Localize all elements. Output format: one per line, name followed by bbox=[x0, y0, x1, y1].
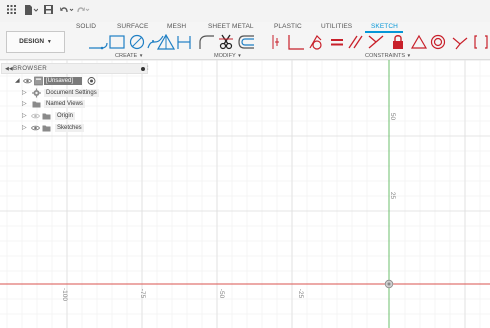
x-axis-label: -50 bbox=[218, 288, 226, 299]
browser-item-origin[interactable]: ▷ Origin bbox=[22, 111, 112, 121]
browser-title: BROWSER bbox=[13, 65, 48, 72]
browser-panel-header: ◀◀ BROWSER ⁞ bbox=[1, 63, 149, 74]
create-group-label[interactable]: CREATE ▼ bbox=[115, 52, 143, 60]
eye-icon[interactable] bbox=[23, 76, 32, 86]
workspace-label: DESIGN bbox=[19, 38, 45, 45]
tangent-constraint-icon[interactable] bbox=[410, 34, 428, 50]
tab-plastic[interactable]: PLASTIC bbox=[274, 22, 302, 31]
browser-item-sketches[interactable]: ▷ Sketches bbox=[22, 123, 112, 133]
grid-menu-icon[interactable] bbox=[7, 5, 16, 15]
dimension-tool-icon[interactable] bbox=[271, 34, 283, 50]
midpoint-constraint-icon[interactable] bbox=[451, 34, 469, 50]
polygon-tool-icon[interactable] bbox=[157, 34, 175, 50]
expand-arrow-icon[interactable]: ▷ bbox=[22, 99, 27, 109]
perpendicular-constraint-icon[interactable] bbox=[367, 34, 385, 50]
line-tool-icon[interactable] bbox=[88, 34, 108, 50]
document-icon bbox=[34, 76, 43, 86]
x-axis-label: -100 bbox=[61, 287, 69, 302]
eye-hidden-icon[interactable] bbox=[31, 111, 40, 121]
slot-tool-icon[interactable] bbox=[176, 34, 192, 50]
tab-mesh[interactable]: MESH bbox=[167, 22, 186, 31]
browser-item-named-views[interactable]: ▷ Named Views bbox=[22, 99, 112, 109]
tab-surface[interactable]: SURFACE bbox=[117, 22, 148, 31]
equal-constraint-icon[interactable] bbox=[330, 34, 344, 50]
collinear-constraint-icon[interactable] bbox=[308, 34, 326, 50]
undo-icon[interactable] bbox=[60, 5, 74, 15]
fillet-tool-icon[interactable] bbox=[199, 34, 215, 50]
chevron-down-icon: ▼ bbox=[46, 39, 52, 45]
tab-utilities[interactable]: UTILITIES bbox=[321, 22, 352, 31]
save-icon[interactable] bbox=[44, 5, 53, 15]
modify-group-label[interactable]: MODIFY ▼ bbox=[214, 52, 242, 60]
fix-constraint-icon[interactable] bbox=[391, 34, 405, 50]
concentric-constraint-icon[interactable] bbox=[429, 34, 447, 50]
y-axis-label: 25 bbox=[389, 191, 397, 200]
constraints-group-label[interactable]: CONSTRAINTS ▼ bbox=[365, 52, 411, 60]
parallel-constraint-icon[interactable] bbox=[347, 34, 365, 50]
rectangle-tool-icon[interactable] bbox=[108, 34, 126, 50]
target-icon[interactable] bbox=[87, 76, 96, 86]
chevron-down-icon: ▼ bbox=[138, 53, 144, 58]
panel-handle-icon[interactable]: ⁞ bbox=[147, 64, 149, 74]
expand-arrow-icon[interactable]: ◢ bbox=[15, 76, 20, 86]
folder-icon bbox=[42, 123, 51, 133]
chevron-down-icon: ▼ bbox=[406, 53, 412, 58]
origin-point-icon[interactable] bbox=[384, 279, 394, 289]
root-component-label: [Unsaved] bbox=[46, 78, 74, 84]
expand-arrow-icon[interactable]: ▷ bbox=[22, 111, 27, 121]
y-axis-label: 50 bbox=[389, 112, 397, 121]
tab-solid[interactable]: SOLID bbox=[76, 22, 96, 31]
browser-item-label: Origin bbox=[55, 112, 76, 120]
active-tab-indicator bbox=[365, 31, 403, 33]
expand-arrow-icon[interactable]: ▷ bbox=[22, 123, 27, 133]
tab-sketch[interactable]: SKETCH bbox=[371, 22, 398, 31]
expand-arrow-icon[interactable]: ▷ bbox=[22, 88, 27, 98]
workspace-switcher-button[interactable]: DESIGN ▼ bbox=[6, 31, 65, 53]
browser-item-label: Document Settings bbox=[44, 89, 99, 97]
file-menu-icon[interactable] bbox=[24, 5, 39, 15]
browser-item-document-settings[interactable]: ▷ Document Settings bbox=[22, 88, 112, 98]
browser-root-node[interactable]: ◢ [Unsaved] bbox=[15, 76, 105, 86]
circle-tool-icon[interactable] bbox=[128, 34, 146, 50]
redo-icon[interactable] bbox=[76, 5, 90, 15]
symmetry-constraint-icon[interactable] bbox=[472, 34, 490, 50]
folder-icon bbox=[32, 99, 41, 109]
browser-item-label: Sketches bbox=[55, 124, 84, 132]
ribbon-toolbar: SOLID SURFACE MESH SHEET METAL PLASTIC U… bbox=[0, 22, 490, 60]
x-axis-label: -75 bbox=[139, 288, 147, 299]
pin-icon[interactable] bbox=[141, 67, 145, 71]
quick-access-toolbar bbox=[0, 0, 490, 22]
trim-tool-icon[interactable] bbox=[218, 34, 234, 50]
browser-item-label: Named Views bbox=[44, 100, 85, 108]
eye-icon[interactable] bbox=[31, 123, 40, 133]
coincident-constraint-icon[interactable] bbox=[287, 34, 305, 50]
tab-sheet-metal[interactable]: SHEET METAL bbox=[208, 22, 254, 31]
chevron-down-icon: ▼ bbox=[237, 53, 242, 58]
x-axis-label: -25 bbox=[297, 288, 305, 299]
folder-icon bbox=[42, 111, 51, 121]
gear-icon bbox=[32, 88, 41, 98]
collapse-panel-icon[interactable]: ◀◀ bbox=[5, 64, 13, 74]
offset-tool-icon[interactable] bbox=[237, 34, 255, 50]
